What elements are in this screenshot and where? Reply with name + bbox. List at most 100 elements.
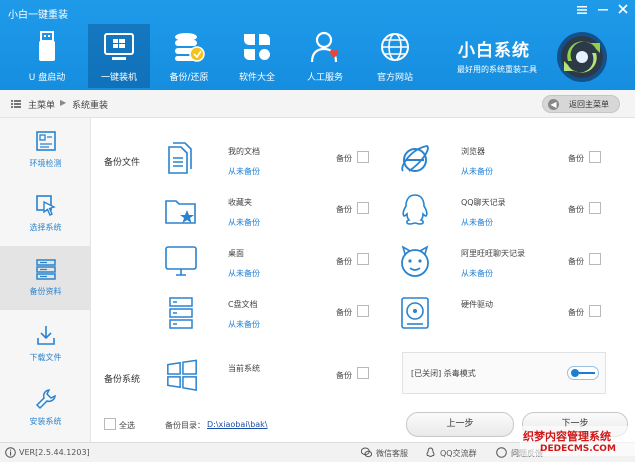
drive-stack-icon [169, 297, 193, 329]
backup-checkbox-qq[interactable] [589, 202, 601, 214]
window-title: 小白一键重装 [8, 10, 68, 21]
nav-label: 人工服务 [306, 73, 343, 83]
sidebar-item-select-system[interactable]: 选择系统 [0, 182, 91, 246]
backup-checkbox-label: 备份 [336, 154, 352, 163]
item-name: 桌面 [228, 249, 244, 258]
backup-checkbox-browser[interactable] [589, 151, 601, 163]
windows-icon [104, 33, 134, 60]
toggle-knob [571, 369, 579, 377]
item-name: 我的文档 [228, 147, 260, 156]
item-status: 从未备份 [228, 320, 260, 329]
desktop-monitor-icon [165, 246, 197, 276]
backup-checkbox-label: 备份 [336, 257, 352, 266]
menu-icon[interactable] [573, 4, 591, 18]
nav-human-service[interactable]: 人工服务 [294, 24, 356, 88]
watermark-subtext: DEDECMS.COM [540, 444, 616, 454]
item-status: 从未备份 [228, 269, 260, 278]
back-arrow-icon: ◀ [548, 99, 559, 110]
back-button-label: 返回主菜单 [569, 100, 609, 109]
backup-checkbox-label: 备份 [336, 308, 352, 317]
backup-checkbox-label: 备份 [336, 205, 352, 214]
nav-one-click-install[interactable]: 一键装机 [88, 24, 150, 88]
nav-label: 备份/还原 [169, 73, 209, 83]
toggle-track [579, 372, 595, 374]
sidebar-label: 安装系统 [29, 417, 62, 426]
usb-drive-icon [39, 31, 55, 61]
sidebar-label: 备份资料 [29, 287, 62, 296]
item-status: 从未备份 [228, 167, 260, 176]
sidebar-label: 环境检测 [29, 159, 62, 168]
item-name: C盘文档 [228, 300, 258, 309]
sidebar-item-env-check[interactable]: 环境检测 [0, 118, 91, 182]
antivirus-mode-toggle[interactable] [567, 366, 599, 380]
sidebar-item-backup-data[interactable]: 备份资料 [0, 246, 91, 310]
item-name: 浏览器 [461, 147, 485, 156]
breadcrumb-current: 系统重装 [72, 101, 109, 111]
wrench-icon [35, 389, 56, 410]
backup-checkbox-c-drive-docs[interactable] [357, 305, 369, 317]
backup-checkbox-label: 备份 [568, 205, 584, 214]
app-window: 小白一键重装 U 盘启动 一键装机 备份/还原 软件大全 人工服务 官方网站 小… [0, 0, 635, 462]
antivirus-mode-panel: [已关闭] 杀毒模式 [402, 352, 606, 394]
backup-dir-label: 备份目录： [165, 421, 205, 430]
item-name: 阿里旺旺聊天记录 [461, 249, 525, 258]
nav-label: 官方网站 [376, 73, 413, 83]
favorites-folder-icon [165, 200, 196, 224]
minimize-icon[interactable] [594, 4, 612, 18]
breadcrumb: 主菜单 ▶ 系统重装 ◀ 返回主菜单 [0, 90, 635, 118]
backup-checkbox-label: 备份 [336, 371, 352, 380]
qq-penguin-icon [402, 194, 428, 225]
nav-backup-restore[interactable]: 备份/还原 [158, 24, 220, 88]
backup-checkbox-my-docs[interactable] [357, 151, 369, 163]
breadcrumb-home[interactable]: 主菜单 [28, 98, 55, 111]
item-name: 当前系统 [228, 364, 260, 373]
document-icon [168, 142, 192, 174]
backup-checkbox-label: 备份 [568, 257, 584, 266]
select-all-label: 全选 [119, 421, 135, 430]
nav-label: 软件大全 [238, 73, 275, 83]
database-icon [175, 33, 205, 62]
browser-ie-icon [401, 145, 429, 172]
windows-logo-icon [167, 359, 197, 392]
wechat-icon [361, 447, 372, 458]
wechat-support-link[interactable]: 微信客服 [376, 448, 408, 459]
cursor-select-icon [35, 195, 56, 216]
download-icon [36, 326, 55, 345]
sidebar-item-download[interactable]: 下载文件 [0, 312, 91, 376]
backup-checkbox-label: 备份 [568, 308, 584, 317]
support-person-icon [310, 31, 338, 63]
nav-label: 一键装机 [100, 73, 137, 83]
prev-step-button[interactable]: 上一步 [406, 412, 514, 437]
sidebar-item-install[interactable]: 安装系统 [0, 376, 91, 440]
qq-icon [426, 447, 435, 458]
item-status: 从未备份 [461, 167, 493, 176]
backup-checkbox-label: 备份 [568, 154, 584, 163]
backup-checkbox-favorites[interactable] [357, 202, 369, 214]
brand-name: 小白系统 [458, 41, 530, 61]
nav-label: U 盘启动 [28, 73, 66, 83]
brand-tagline: 最好用的系统重装工具 [457, 65, 537, 74]
item-status: 从未备份 [461, 269, 493, 278]
sidebar-label: 选择系统 [29, 223, 62, 232]
sidebar-label: 下载文件 [29, 353, 62, 362]
select-all-checkbox[interactable] [104, 418, 116, 430]
item-name: 收藏夹 [228, 198, 252, 207]
qq-group-link[interactable]: QQ交流群 [440, 448, 477, 459]
version-text: VER[2.5.44.1203] [19, 448, 90, 457]
backup-checkbox-aliwangwang[interactable] [589, 253, 601, 265]
nav-usb-boot[interactable]: U 盘启动 [16, 24, 78, 88]
backup-checkbox-drivers[interactable] [589, 305, 601, 317]
item-status: 从未备份 [228, 218, 260, 227]
apps-grid-icon [244, 34, 270, 60]
info-icon [5, 447, 16, 458]
backup-system-label: 备份系统 [104, 375, 141, 385]
nav-official-site[interactable]: 官方网站 [364, 24, 426, 88]
feedback-icon [496, 447, 507, 458]
backup-checkbox-system[interactable] [357, 367, 369, 379]
back-to-menu-button[interactable]: ◀ 返回主菜单 [542, 95, 620, 113]
nav-software[interactable]: 软件大全 [226, 24, 288, 88]
close-icon[interactable] [614, 4, 632, 18]
item-status: 从未备份 [461, 218, 493, 227]
backup-checkbox-desktop[interactable] [357, 253, 369, 265]
backup-dir-link[interactable]: D:\xiaobai\bak\ [207, 420, 268, 429]
